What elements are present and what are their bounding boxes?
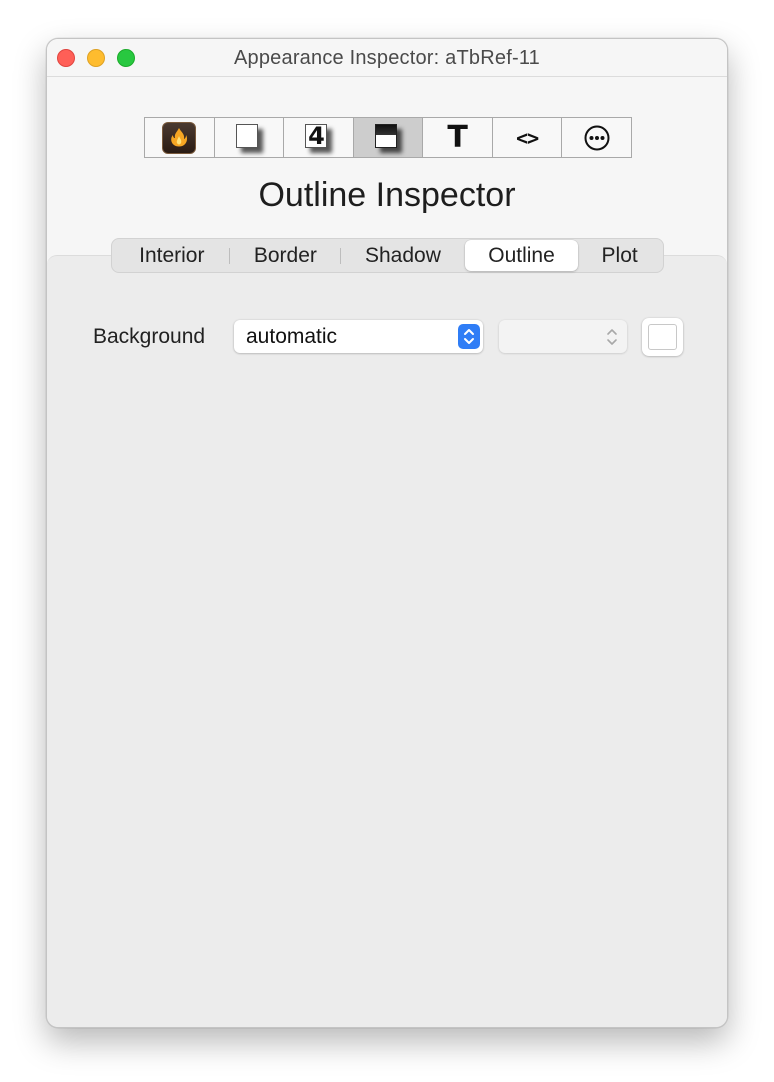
tab-shadow[interactable]: Shadow — [341, 240, 465, 271]
tab-interior[interactable]: Interior — [114, 240, 230, 271]
toolbar-badge-button[interactable]: 4 — [284, 118, 354, 157]
background-secondary-popup[interactable] — [499, 320, 627, 353]
ellipsis-circle-icon — [584, 125, 610, 150]
inspector-window: Appearance Inspector: aTbRef-11 4 T <> O… — [46, 38, 728, 1028]
tab-plot[interactable]: Plot — [578, 240, 661, 271]
dark-square-icon — [371, 121, 405, 155]
inspector-toolbar: 4 T <> — [144, 117, 632, 158]
inspector-tabs: Interior Border Shadow Outline Plot — [111, 238, 664, 273]
popup-arrows-icon — [458, 324, 480, 349]
badge-four-glyph: 4 — [308, 121, 325, 150]
shadowed-square-icon — [232, 121, 266, 155]
text-t-icon: T — [447, 120, 468, 155]
toolbar-more-button[interactable] — [562, 118, 631, 157]
tab-outline[interactable]: Outline — [464, 240, 579, 271]
code-brackets-icon: <> — [516, 125, 539, 150]
inspector-title: Outline Inspector — [258, 176, 516, 214]
background-popup[interactable]: automatic — [234, 320, 483, 353]
window-title: Appearance Inspector: aTbRef-11 — [233, 47, 540, 69]
toolbar-appearance-button[interactable] — [215, 118, 285, 157]
toolbar-shadow-button[interactable] — [353, 118, 424, 157]
background-label: Background — [93, 325, 206, 348]
tab-border-label: Border — [253, 243, 317, 267]
toolbar-text-button[interactable]: T — [423, 118, 493, 157]
title-bar[interactable]: Appearance Inspector: aTbRef-11 — [47, 39, 727, 77]
tab-outline-label: Outline — [488, 243, 555, 267]
color-swatch — [648, 324, 677, 350]
tab-shadow-label: Shadow — [365, 243, 441, 267]
badge-four-icon: 4 — [301, 121, 335, 155]
tab-border[interactable]: Border — [230, 240, 342, 271]
background-popup-value: automatic — [246, 324, 338, 348]
outline-panel — [47, 255, 727, 1027]
tab-plot-label: Plot — [601, 243, 638, 267]
toolbar-code-button[interactable]: <> — [493, 118, 563, 157]
toolbar-general-button[interactable] — [145, 118, 215, 157]
popup-arrows-icon — [606, 327, 618, 347]
tab-interior-label: Interior — [139, 243, 205, 267]
flame-icon — [162, 121, 197, 154]
background-color-well[interactable] — [642, 318, 683, 356]
